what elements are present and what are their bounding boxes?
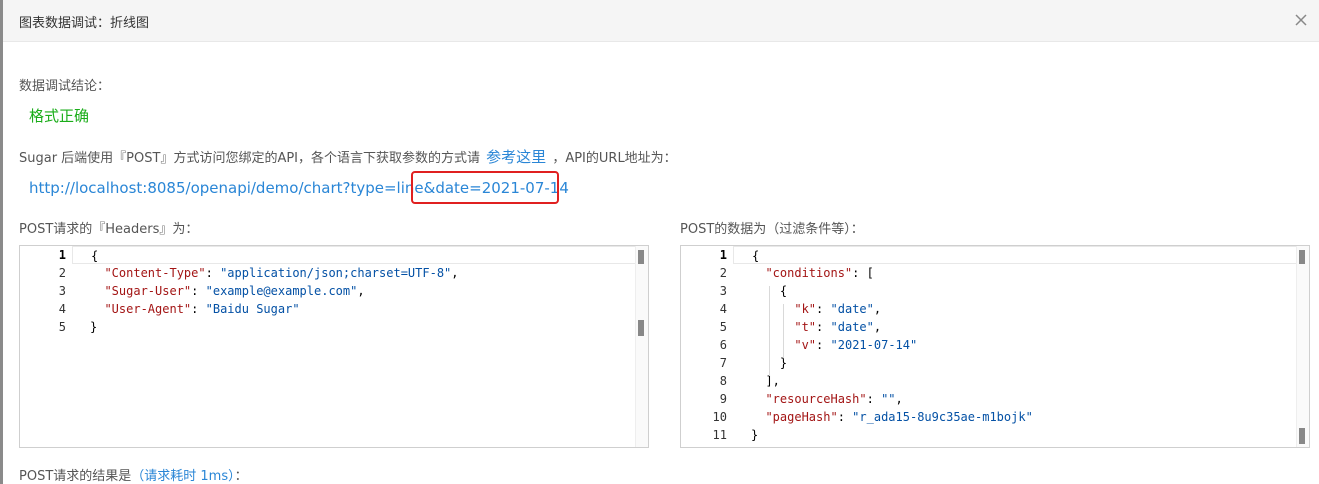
indent-guide	[769, 286, 770, 376]
result-label: POST请求的结果是	[19, 469, 132, 484]
description-suffix: ，API的URL地址为：	[552, 151, 677, 166]
code-line: "resourceHash": "",	[765, 392, 903, 406]
dialog-title: 图表数据调试：折线图	[19, 16, 150, 31]
code-line: "Sugar-User": "example@example.com",	[104, 284, 365, 298]
line-number: 10	[712, 410, 727, 424]
line-number: 9	[719, 392, 727, 406]
result-row: POST请求的结果是（请求耗时 1ms）：	[19, 465, 248, 484]
reference-link[interactable]: 参考这里	[486, 148, 546, 166]
headers-label: POST请求的『Headers』为：	[19, 222, 199, 237]
code-line: "t": "date",	[794, 320, 882, 334]
indent-guide	[783, 304, 784, 358]
api-description: Sugar 后端使用『POST』方式访问您绑定的API，各个语言下获取参数的方式…	[19, 146, 677, 167]
status-text: 格式正确	[29, 107, 90, 125]
line-number: 4	[58, 302, 66, 316]
code-line: {	[72, 246, 636, 264]
code-line: }	[751, 428, 759, 442]
conclusion-label: 数据调试结论：	[19, 79, 111, 94]
code-line: {	[733, 246, 1297, 264]
headers-scrollbar[interactable]	[635, 246, 648, 447]
chart-debug-dialog: 图表数据调试：折线图 数据调试结论： 格式正确 Sugar 后端使用『POST』…	[3, 0, 1319, 484]
dialog-header: 图表数据调试：折线图	[3, 0, 1319, 42]
line-number: 1	[719, 248, 727, 262]
body-code[interactable]: { "conditions": [ { "k": "date", "t": "d…	[733, 246, 1297, 447]
body-gutter: 1 2 3 4 5 6 7 8 9 10 11	[681, 246, 733, 447]
line-number: 5	[719, 320, 727, 334]
code-line: "pageHash": "r_ada15-8u9c35ae-m1bojk"	[765, 410, 1033, 424]
result-suffix: ：	[234, 469, 248, 484]
code-line: "k": "date",	[794, 302, 882, 316]
code-line: ],	[751, 374, 780, 388]
line-number: 7	[719, 356, 727, 370]
headers-code[interactable]: { "Content-Type": "application/json;char…	[72, 246, 636, 447]
line-number: 8	[719, 374, 727, 388]
line-number: 4	[719, 302, 727, 316]
close-icon[interactable]	[1291, 10, 1311, 30]
headers-gutter: 1 2 3 4 5	[20, 246, 72, 447]
line-number: 11	[712, 428, 727, 442]
body-label: POST的数据为（过滤条件等）：	[680, 222, 864, 237]
description-prefix: Sugar 后端使用『POST』方式访问您绑定的API，各个语言下获取参数的方式…	[19, 151, 481, 166]
line-number: 5	[58, 320, 66, 334]
code-line: "User-Agent": "Baidu Sugar"	[104, 302, 300, 316]
line-number: 3	[719, 284, 727, 298]
code-line: "v": "2021-07-14"	[794, 338, 918, 352]
code-line: "Content-Type": "application/json;charse…	[104, 266, 459, 280]
code-line: {	[779, 284, 788, 298]
code-line: }	[90, 320, 98, 334]
line-number: 6	[719, 338, 727, 352]
body-editor[interactable]: 1 2 3 4 5 6 7 8 9 10 11 { "conditions": [ { "k": "…	[680, 245, 1310, 448]
highlight-annotation-box	[411, 171, 559, 204]
line-number: 2	[719, 266, 727, 280]
line-number: 3	[58, 284, 66, 298]
headers-editor[interactable]: 1 2 3 4 5 { "Content-Type": "application/jso…	[19, 245, 649, 448]
request-timing: （请求耗时 1ms）	[131, 469, 235, 484]
code-line: }	[779, 356, 788, 370]
code-line: "conditions": [	[765, 266, 874, 280]
body-scrollbar[interactable]	[1296, 246, 1309, 447]
line-number: 2	[58, 266, 66, 280]
line-number: 1	[58, 248, 66, 262]
